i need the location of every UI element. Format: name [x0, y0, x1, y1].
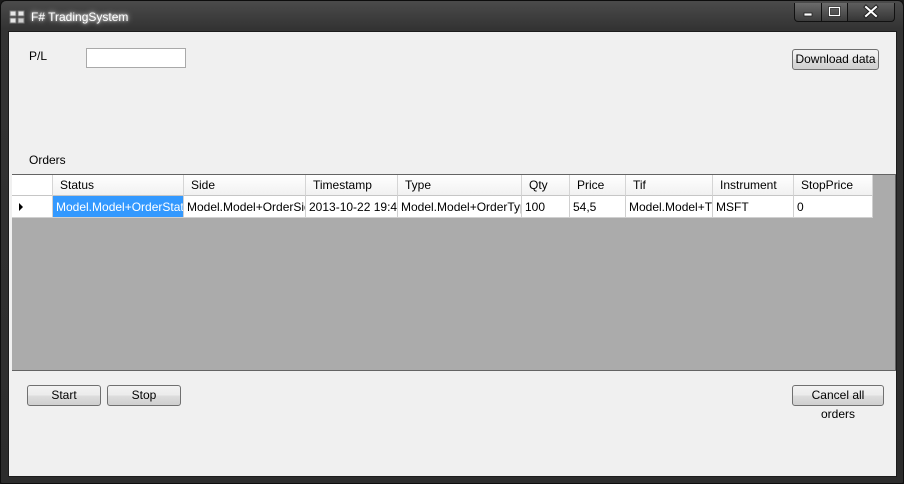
column-header-timestamp[interactable]: Timestamp — [306, 175, 398, 196]
column-header-price[interactable]: Price — [570, 175, 626, 196]
cell-side[interactable]: Model.Model+OrderSide — [184, 196, 306, 218]
cell-status[interactable]: Model.Model+OrderStatus — [53, 196, 184, 218]
column-header-stopprice[interactable]: StopPrice — [794, 175, 873, 196]
cell-type[interactable]: Model.Model+OrderType — [398, 196, 522, 218]
column-header-tif[interactable]: Tif — [626, 175, 713, 196]
column-header-status[interactable]: Status — [53, 175, 184, 196]
title-bar[interactable]: F# TradingSystem — [1, 1, 903, 31]
cell-instrument[interactable]: MSFT — [713, 196, 794, 218]
minimize-icon — [803, 12, 813, 17]
cell-stopprice[interactable]: 0 — [794, 196, 873, 218]
minimize-button[interactable] — [794, 3, 822, 22]
start-button[interactable]: Start — [27, 385, 101, 406]
header-corner[interactable] — [12, 175, 53, 196]
cell-timestamp[interactable]: 2013-10-22 19:48 — [306, 196, 398, 218]
table-row[interactable]: Model.Model+OrderStatus Model.Model+Orde… — [12, 196, 873, 218]
download-data-button[interactable]: Download data — [792, 49, 879, 70]
column-header-type[interactable]: Type — [398, 175, 522, 196]
orders-label: Orders — [29, 153, 66, 167]
window-title: F# TradingSystem — [31, 10, 129, 24]
cell-qty[interactable]: 100 — [522, 196, 570, 218]
cell-price[interactable]: 54,5 — [570, 196, 626, 218]
maximize-button[interactable] — [821, 3, 848, 22]
column-header-qty[interactable]: Qty — [522, 175, 570, 196]
row-pointer-icon — [19, 203, 23, 211]
close-icon — [863, 4, 879, 19]
row-header[interactable] — [12, 196, 53, 218]
close-button[interactable] — [847, 3, 895, 22]
orders-grid[interactable]: Status Side Timestamp Type Qty Price Tif… — [12, 174, 896, 371]
column-header-instrument[interactable]: Instrument — [713, 175, 794, 196]
orders-grid-header: Status Side Timestamp Type Qty Price Tif… — [12, 175, 873, 196]
cancel-all-orders-button[interactable]: Cancel all orders — [792, 385, 884, 421]
window-app-icon[interactable] — [9, 9, 25, 25]
stop-button[interactable]: Stop — [107, 385, 181, 406]
pl-field[interactable] — [86, 48, 186, 68]
pl-label: P/L — [29, 49, 48, 63]
cell-tif[interactable]: Model.Model+Tif — [626, 196, 713, 218]
maximize-icon — [828, 6, 841, 17]
column-header-side[interactable]: Side — [184, 175, 306, 196]
client-area: P/L Download data Orders Status Side Tim… — [8, 31, 897, 477]
app-window: F# TradingSystem P/L Download data Order… — [0, 0, 904, 484]
